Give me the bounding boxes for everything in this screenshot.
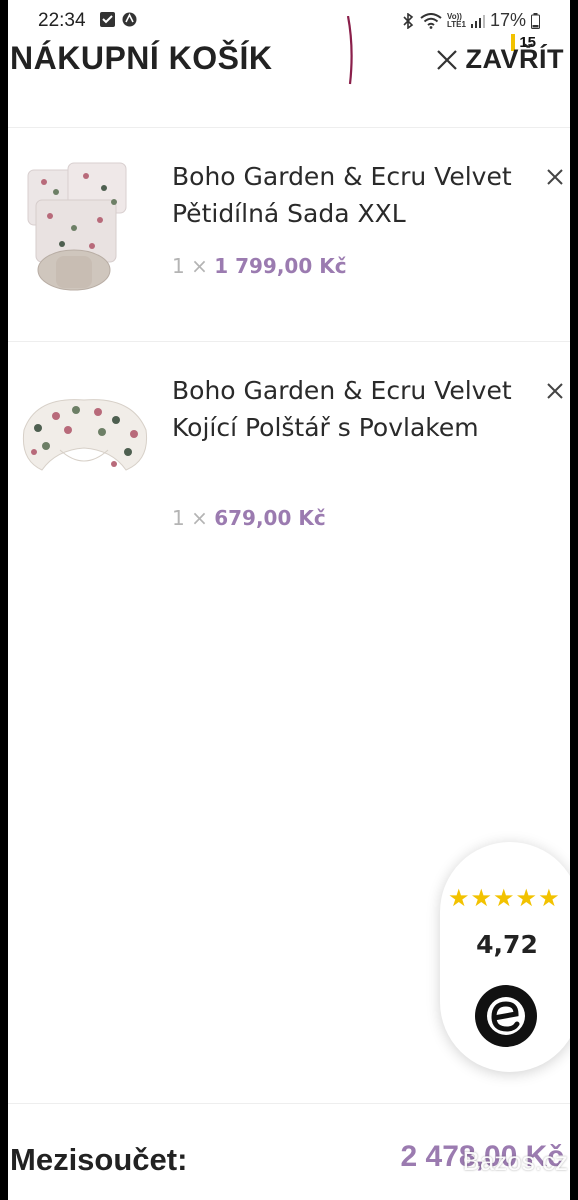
item-price-line: 1 × 1 799,00 Kč: [172, 254, 347, 278]
item-price-line: 1 × 679,00 Kč: [172, 506, 326, 530]
cart-item: Boho Garden & Ecru Velvet Kojící Polštář…: [8, 342, 570, 572]
network-labels: Vo)) LTE1: [447, 12, 466, 29]
lte-label: LTE1: [447, 19, 466, 29]
text-cursor-icon: [346, 16, 353, 85]
item-name[interactable]: Boho Garden & Ecru Velvet Pětidílná Sada…: [172, 158, 522, 232]
status-time: 22:34: [38, 10, 86, 31]
product-image-pillow[interactable]: [16, 390, 152, 486]
cart-header: NÁKUPNÍ KOŠÍK 15 ZAVŘÍT: [8, 16, 570, 128]
cart-footer: Mezisoučet: 2 478,00 Kč Bazos.cz: [8, 1103, 570, 1200]
battery-icon: [531, 12, 540, 29]
close-label: ZAVŘÍT: [465, 44, 564, 74]
item-quantity: 1 ×: [172, 506, 208, 530]
close-icon: [436, 49, 457, 70]
message-icon: [100, 12, 115, 27]
page-title: NÁKUPNÍ KOŠÍK: [10, 40, 273, 76]
bluetooth-icon: [403, 12, 414, 29]
item-name[interactable]: Boho Garden & Ecru Velvet Kojící Polštář…: [172, 372, 522, 446]
watermark: Bazos.cz: [462, 1146, 569, 1176]
ekomi-logo-icon: [475, 985, 537, 1047]
status-bar: 22:34 Vo)) LTE1 17%: [8, 0, 570, 40]
battery-percent: 17%: [489, 10, 526, 30]
rating-score: 4,72: [476, 930, 538, 959]
status-right: Vo)) LTE1 17%: [401, 10, 540, 31]
item-price: 679,00 Kč: [214, 506, 326, 530]
rating-stars: ★★★★★: [448, 884, 561, 912]
app-notification-icon: [122, 12, 137, 27]
remove-item-icon[interactable]: [544, 166, 566, 188]
subtotal-label: Mezisoučet:: [10, 1142, 188, 1177]
item-quantity: 1 ×: [172, 254, 208, 278]
signal-icon: [470, 14, 485, 28]
rating-widget[interactable]: ★★★★★ 4,72: [440, 842, 570, 1072]
cart-screen: 22:34 Vo)) LTE1 17% NÁKUPNÍ KOŠÍK 15 ZAV…: [8, 0, 570, 1200]
wifi-icon: [420, 12, 442, 29]
remove-item-icon[interactable]: [544, 380, 566, 402]
close-cart-button[interactable]: ZAVŘÍT: [436, 44, 565, 75]
cart-item: Boho Garden & Ecru Velvet Pětidílná Sada…: [8, 128, 570, 342]
item-price: 1 799,00 Kč: [214, 254, 347, 278]
product-image-set[interactable]: [16, 158, 136, 298]
